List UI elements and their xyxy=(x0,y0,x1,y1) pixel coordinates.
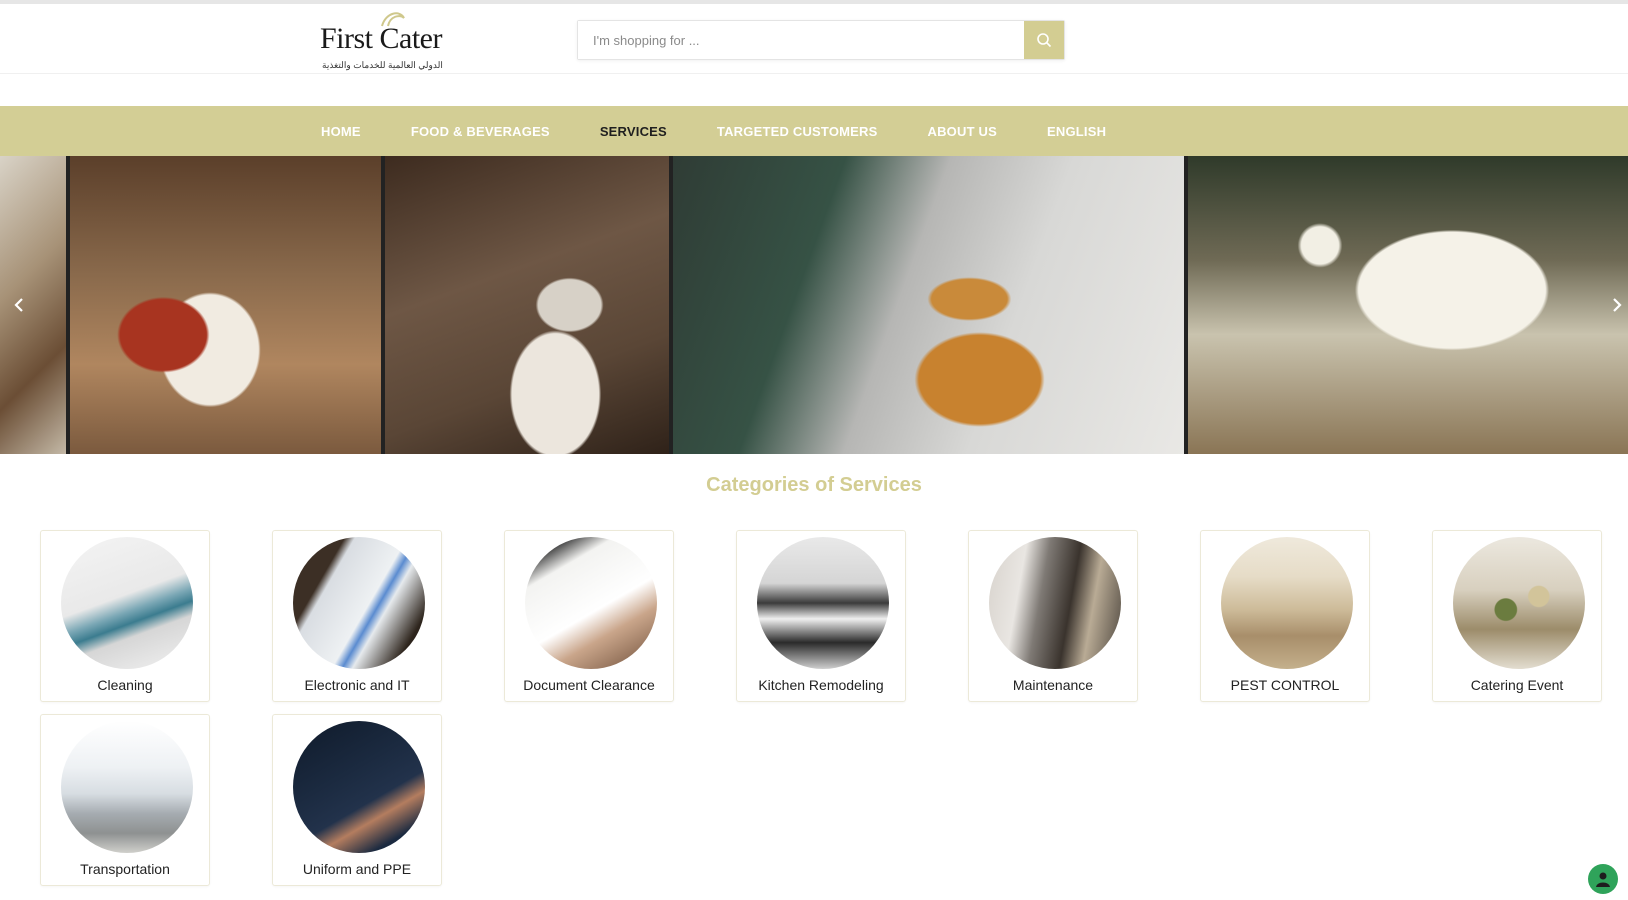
chevron-right-icon xyxy=(1613,298,1622,312)
hero-image-table-setting xyxy=(70,156,381,454)
category-label: Electronic and IT xyxy=(304,677,410,693)
category-card-transportation[interactable]: Transportation xyxy=(40,714,210,886)
nav-language[interactable]: ENGLISH xyxy=(1047,124,1106,139)
nav-targeted-customers[interactable]: TARGETED CUSTOMERS xyxy=(717,124,878,139)
carousel-next-button[interactable] xyxy=(1606,292,1628,318)
search-input[interactable] xyxy=(578,21,1024,59)
category-card-electronic-it[interactable]: Electronic and IT xyxy=(272,530,442,702)
category-label: Maintenance xyxy=(1012,677,1094,693)
category-image xyxy=(1453,537,1585,669)
chat-widget-button[interactable] xyxy=(1588,864,1618,894)
hero-image-banquet-hall xyxy=(1188,156,1628,454)
category-card-uniform-ppe[interactable]: Uniform and PPE xyxy=(272,714,442,886)
site-logo[interactable]: First Cater الدولي العالمية للخدمات والت… xyxy=(320,8,470,70)
category-image xyxy=(61,537,193,669)
site-header: First Cater الدولي العالمية للخدمات والت… xyxy=(0,4,1628,74)
category-image xyxy=(61,721,193,853)
nav-food-beverages[interactable]: FOOD & BEVERAGES xyxy=(411,124,550,139)
category-image xyxy=(1221,537,1353,669)
category-image xyxy=(293,721,425,853)
category-label: Cleaning xyxy=(97,677,153,693)
nav-home[interactable]: HOME xyxy=(321,124,361,139)
category-image xyxy=(989,537,1121,669)
category-image xyxy=(293,537,425,669)
section-title: Categories of Services xyxy=(706,474,922,496)
chat-avatar-icon xyxy=(1596,872,1610,887)
hero-carousel xyxy=(0,156,1628,454)
category-label: Kitchen Remodeling xyxy=(758,677,884,693)
category-card-document-clearance[interactable]: Document Clearance xyxy=(504,530,674,702)
category-card-catering-event[interactable]: Catering Event xyxy=(1432,530,1602,702)
category-image xyxy=(525,537,657,669)
header-spacer xyxy=(0,74,1628,106)
category-label: Uniform and PPE xyxy=(302,861,412,877)
main-nav: HOME FOOD & BEVERAGES SERVICES TARGETED … xyxy=(0,106,1628,156)
hero-image-buffet-trays xyxy=(673,156,1184,454)
logo-text: First Cater xyxy=(320,22,443,55)
category-card-pest-control[interactable]: PEST CONTROL xyxy=(1200,530,1370,702)
hero-image-glassware xyxy=(385,156,669,454)
category-label: PEST CONTROL xyxy=(1230,677,1340,693)
logo-tagline: الدولي العالمية للخدمات والتغذية xyxy=(322,60,443,70)
category-card-maintenance[interactable]: Maintenance xyxy=(968,530,1138,702)
category-label: Document Clearance xyxy=(523,677,655,693)
nav-services[interactable]: SERVICES xyxy=(600,124,667,139)
search-button[interactable] xyxy=(1024,21,1064,59)
category-card-kitchen-remodeling[interactable]: Kitchen Remodeling xyxy=(736,530,906,702)
search-bar xyxy=(577,20,1065,60)
chevron-left-icon xyxy=(14,298,23,312)
category-card-cleaning[interactable]: Cleaning xyxy=(40,530,210,702)
search-icon xyxy=(1037,33,1052,48)
carousel-prev-button[interactable] xyxy=(8,292,30,318)
nav-about-us[interactable]: ABOUT US xyxy=(928,124,998,139)
category-image xyxy=(757,537,889,669)
category-label: Catering Event xyxy=(1470,677,1564,693)
category-label: Transportation xyxy=(80,861,170,877)
categories-grid: Cleaning Electronic and IT Document Clea… xyxy=(0,530,1628,890)
